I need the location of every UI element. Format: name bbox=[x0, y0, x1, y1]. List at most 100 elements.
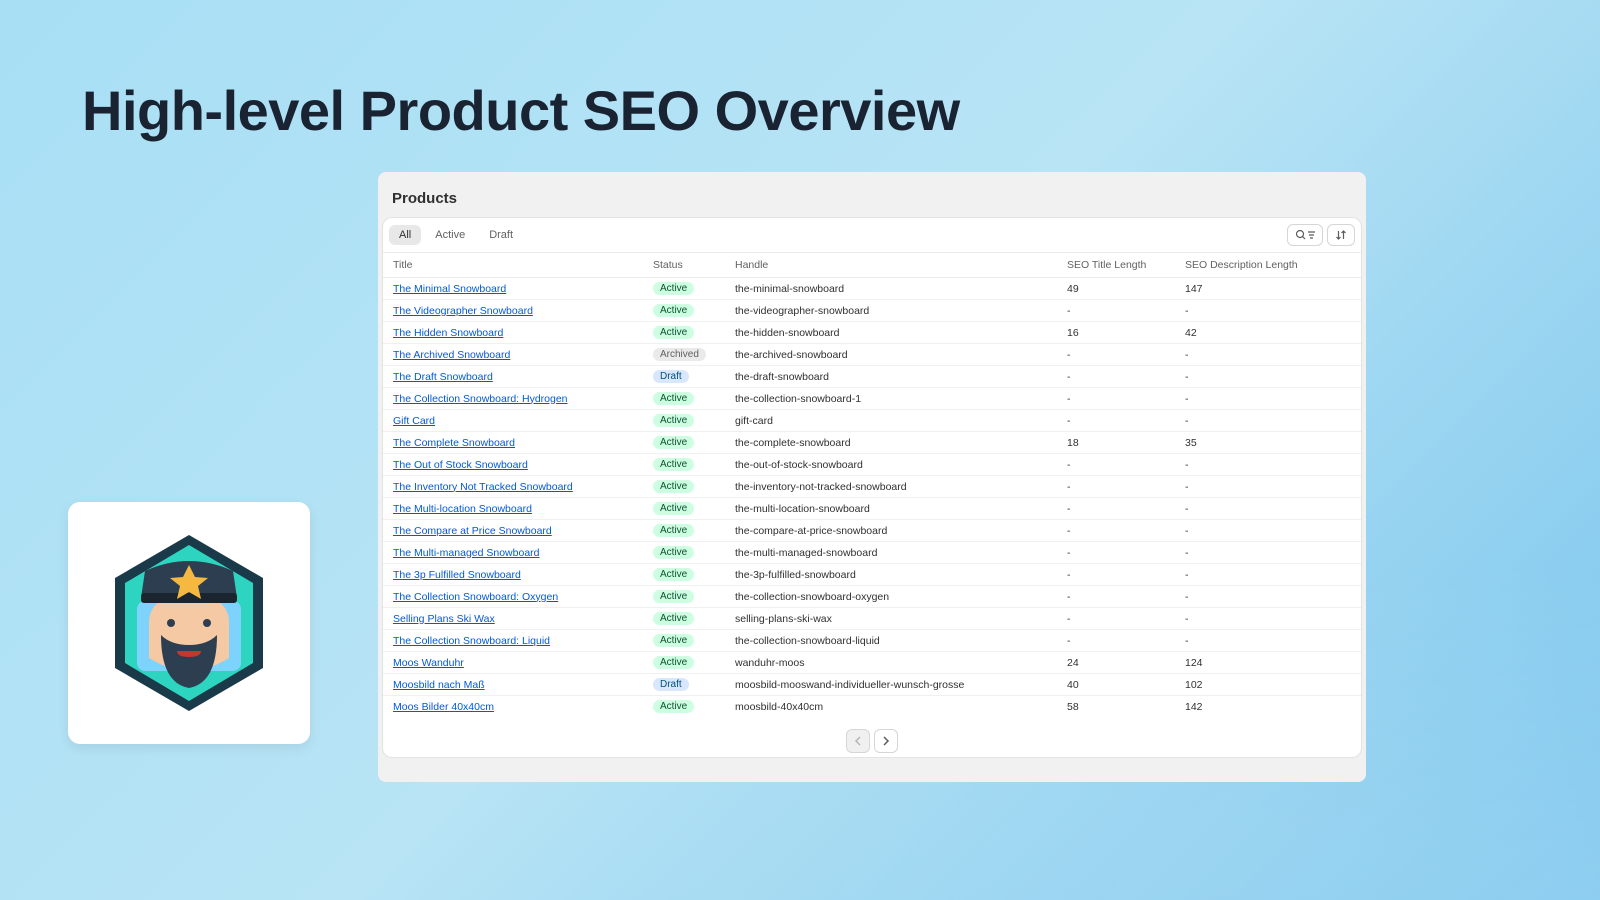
seo-desc-cell: - bbox=[1175, 476, 1361, 498]
seo-title-cell: - bbox=[1057, 630, 1175, 652]
table-row[interactable]: The Videographer SnowboardActivethe-vide… bbox=[383, 300, 1361, 322]
seo-title-cell: - bbox=[1057, 608, 1175, 630]
seo-desc-cell: - bbox=[1175, 630, 1361, 652]
seo-title-cell: 49 bbox=[1057, 278, 1175, 300]
handle-cell: moosbild-mooswand-individueller-wunsch-g… bbox=[725, 674, 1057, 696]
status-badge: Active bbox=[653, 546, 694, 559]
search-filter-button[interactable] bbox=[1287, 224, 1323, 246]
tab-draft[interactable]: Draft bbox=[479, 225, 523, 245]
seo-desc-cell: - bbox=[1175, 608, 1361, 630]
product-title-link[interactable]: The Complete Snowboard bbox=[393, 437, 515, 449]
product-title-link[interactable]: Moos Wanduhr bbox=[393, 657, 464, 669]
status-badge: Active bbox=[653, 414, 694, 427]
chevron-left-icon bbox=[854, 736, 862, 746]
products-table: Title Status Handle SEO Title Length SEO… bbox=[383, 253, 1361, 717]
seo-desc-cell: 42 bbox=[1175, 322, 1361, 344]
seo-desc-cell: - bbox=[1175, 300, 1361, 322]
seo-title-cell: - bbox=[1057, 366, 1175, 388]
seo-title-cell: - bbox=[1057, 454, 1175, 476]
handle-cell: the-inventory-not-tracked-snowboard bbox=[725, 476, 1057, 498]
seo-desc-cell: 142 bbox=[1175, 696, 1361, 718]
status-badge: Active bbox=[653, 656, 694, 669]
table-row[interactable]: The Compare at Price SnowboardActivethe-… bbox=[383, 520, 1361, 542]
captain-avatar-icon bbox=[89, 523, 289, 723]
table-row[interactable]: The Multi-location Snowboard Active the-mu… bbox=[383, 498, 1361, 520]
seo-title-cell: - bbox=[1057, 564, 1175, 586]
product-title-link[interactable]: The Minimal Snowboard bbox=[393, 283, 506, 295]
tab-active[interactable]: Active bbox=[425, 225, 475, 245]
product-title-link[interactable]: The Multi-location Snowboard bbox=[393, 503, 532, 515]
product-title-link[interactable]: The Collection Snowboard: Hydrogen bbox=[393, 393, 568, 405]
column-header-seo-title[interactable]: SEO Title Length bbox=[1057, 253, 1175, 278]
seo-desc-cell: - bbox=[1175, 410, 1361, 432]
table-row[interactable]: The Collection Snowboard: OxygenActiveth… bbox=[383, 586, 1361, 608]
table-row[interactable]: The Collection Snowboard: LiquidActiveth… bbox=[383, 630, 1361, 652]
handle-cell: the-3p-fulfilled-snowboard bbox=[725, 564, 1057, 586]
handle-cell: the-multi-location-snowboard bbox=[725, 498, 1057, 520]
handle-cell: the-draft-snowboard bbox=[725, 366, 1057, 388]
table-row[interactable]: The 3p Fulfilled SnowboardActivethe-3p-f… bbox=[383, 564, 1361, 586]
status-badge: Active bbox=[653, 458, 694, 471]
table-row[interactable]: Moos WanduhrActivewanduhr-moos24124 bbox=[383, 652, 1361, 674]
table-row[interactable]: The Out of Stock Snowboard Active the-out-… bbox=[383, 454, 1361, 476]
seo-title-cell: - bbox=[1057, 520, 1175, 542]
handle-cell: wanduhr-moos bbox=[725, 652, 1057, 674]
seo-desc-cell: - bbox=[1175, 454, 1361, 476]
table-row[interactable]: The Hidden Snowboard Active the-hidden-sno… bbox=[383, 322, 1361, 344]
next-page-button[interactable] bbox=[874, 729, 898, 753]
seo-desc-cell: 147 bbox=[1175, 278, 1361, 300]
status-badge: Active bbox=[653, 700, 694, 713]
pagination bbox=[383, 717, 1361, 757]
product-title-link[interactable]: Gift Card bbox=[393, 415, 435, 427]
product-title-link[interactable]: The Collection Snowboard: Liquid bbox=[393, 635, 550, 647]
handle-cell: the-hidden-snowboard bbox=[725, 322, 1057, 344]
handle-cell: the-minimal-snowboard bbox=[725, 278, 1057, 300]
product-title-link[interactable]: The Archived Snowboard bbox=[393, 349, 510, 361]
products-panel: Products All Active Draft bbox=[378, 172, 1366, 782]
product-title-link[interactable]: The Draft Snowboard bbox=[393, 371, 493, 383]
product-title-link[interactable]: Selling Plans Ski Wax bbox=[393, 613, 495, 625]
table-row[interactable]: The Draft SnowboardDraftthe-draft-snowbo… bbox=[383, 366, 1361, 388]
handle-cell: the-out-of-stock-snowboard bbox=[725, 454, 1057, 476]
sort-button[interactable] bbox=[1327, 224, 1355, 246]
table-row[interactable]: The Archived SnowboardArchivedthe-archiv… bbox=[383, 344, 1361, 366]
column-header-title[interactable]: Title bbox=[383, 253, 643, 278]
product-title-link[interactable]: Moosbild nach Maß bbox=[393, 679, 485, 691]
tab-all[interactable]: All bbox=[389, 225, 421, 245]
seo-title-cell: 40 bbox=[1057, 674, 1175, 696]
product-title-link[interactable]: The Multi-managed Snowboard bbox=[393, 547, 540, 559]
seo-title-cell: - bbox=[1057, 410, 1175, 432]
products-card: All Active Draft bbox=[382, 217, 1362, 758]
table-row[interactable]: Moos Bilder 40x40cmActivemoosbild-40x40c… bbox=[383, 696, 1361, 718]
product-title-link[interactable]: The Out of Stock Snowboard bbox=[393, 459, 528, 471]
seo-title-cell: - bbox=[1057, 344, 1175, 366]
product-title-link[interactable]: The Inventory Not Tracked Snowboard bbox=[393, 481, 573, 493]
product-title-link[interactable]: The 3p Fulfilled Snowboard bbox=[393, 569, 521, 581]
table-row[interactable]: The Multi-managed SnowboardActivethe-mul… bbox=[383, 542, 1361, 564]
handle-cell: the-compare-at-price-snowboard bbox=[725, 520, 1057, 542]
table-row[interactable]: The Collection Snowboard: Hydrogen Active… bbox=[383, 388, 1361, 410]
product-title-link[interactable]: The Videographer Snowboard bbox=[393, 305, 533, 317]
panel-heading: Products bbox=[378, 172, 1366, 217]
table-row[interactable]: The Complete SnowboardActivethe-complete… bbox=[383, 432, 1361, 454]
avatar-card bbox=[68, 502, 310, 744]
status-badge: Active bbox=[653, 392, 694, 405]
status-badge: Active bbox=[653, 502, 694, 515]
handle-cell: the-collection-snowboard-oxygen bbox=[725, 586, 1057, 608]
handle-cell: selling-plans-ski-wax bbox=[725, 608, 1057, 630]
product-title-link[interactable]: The Hidden Snowboard bbox=[393, 327, 503, 339]
table-row[interactable]: Selling Plans Ski WaxActiveselling-plans… bbox=[383, 608, 1361, 630]
status-badge: Active bbox=[653, 326, 694, 339]
column-header-status[interactable]: Status bbox=[643, 253, 725, 278]
table-row[interactable]: Moosbild nach MaßDraftmoosbild-mooswand-… bbox=[383, 674, 1361, 696]
column-header-handle[interactable]: Handle bbox=[725, 253, 1057, 278]
seo-desc-cell: - bbox=[1175, 542, 1361, 564]
table-row[interactable]: Gift CardActivegift-card-- bbox=[383, 410, 1361, 432]
product-title-link[interactable]: The Collection Snowboard: Oxygen bbox=[393, 591, 558, 603]
table-row[interactable]: The Minimal Snowboard Active the-minimal-s… bbox=[383, 278, 1361, 300]
product-title-link[interactable]: The Compare at Price Snowboard bbox=[393, 525, 552, 537]
status-badge: Active bbox=[653, 282, 694, 295]
table-row[interactable]: The Inventory Not Tracked SnowboardActiv… bbox=[383, 476, 1361, 498]
column-header-seo-desc[interactable]: SEO Description Length bbox=[1175, 253, 1361, 278]
product-title-link[interactable]: Moos Bilder 40x40cm bbox=[393, 701, 494, 713]
